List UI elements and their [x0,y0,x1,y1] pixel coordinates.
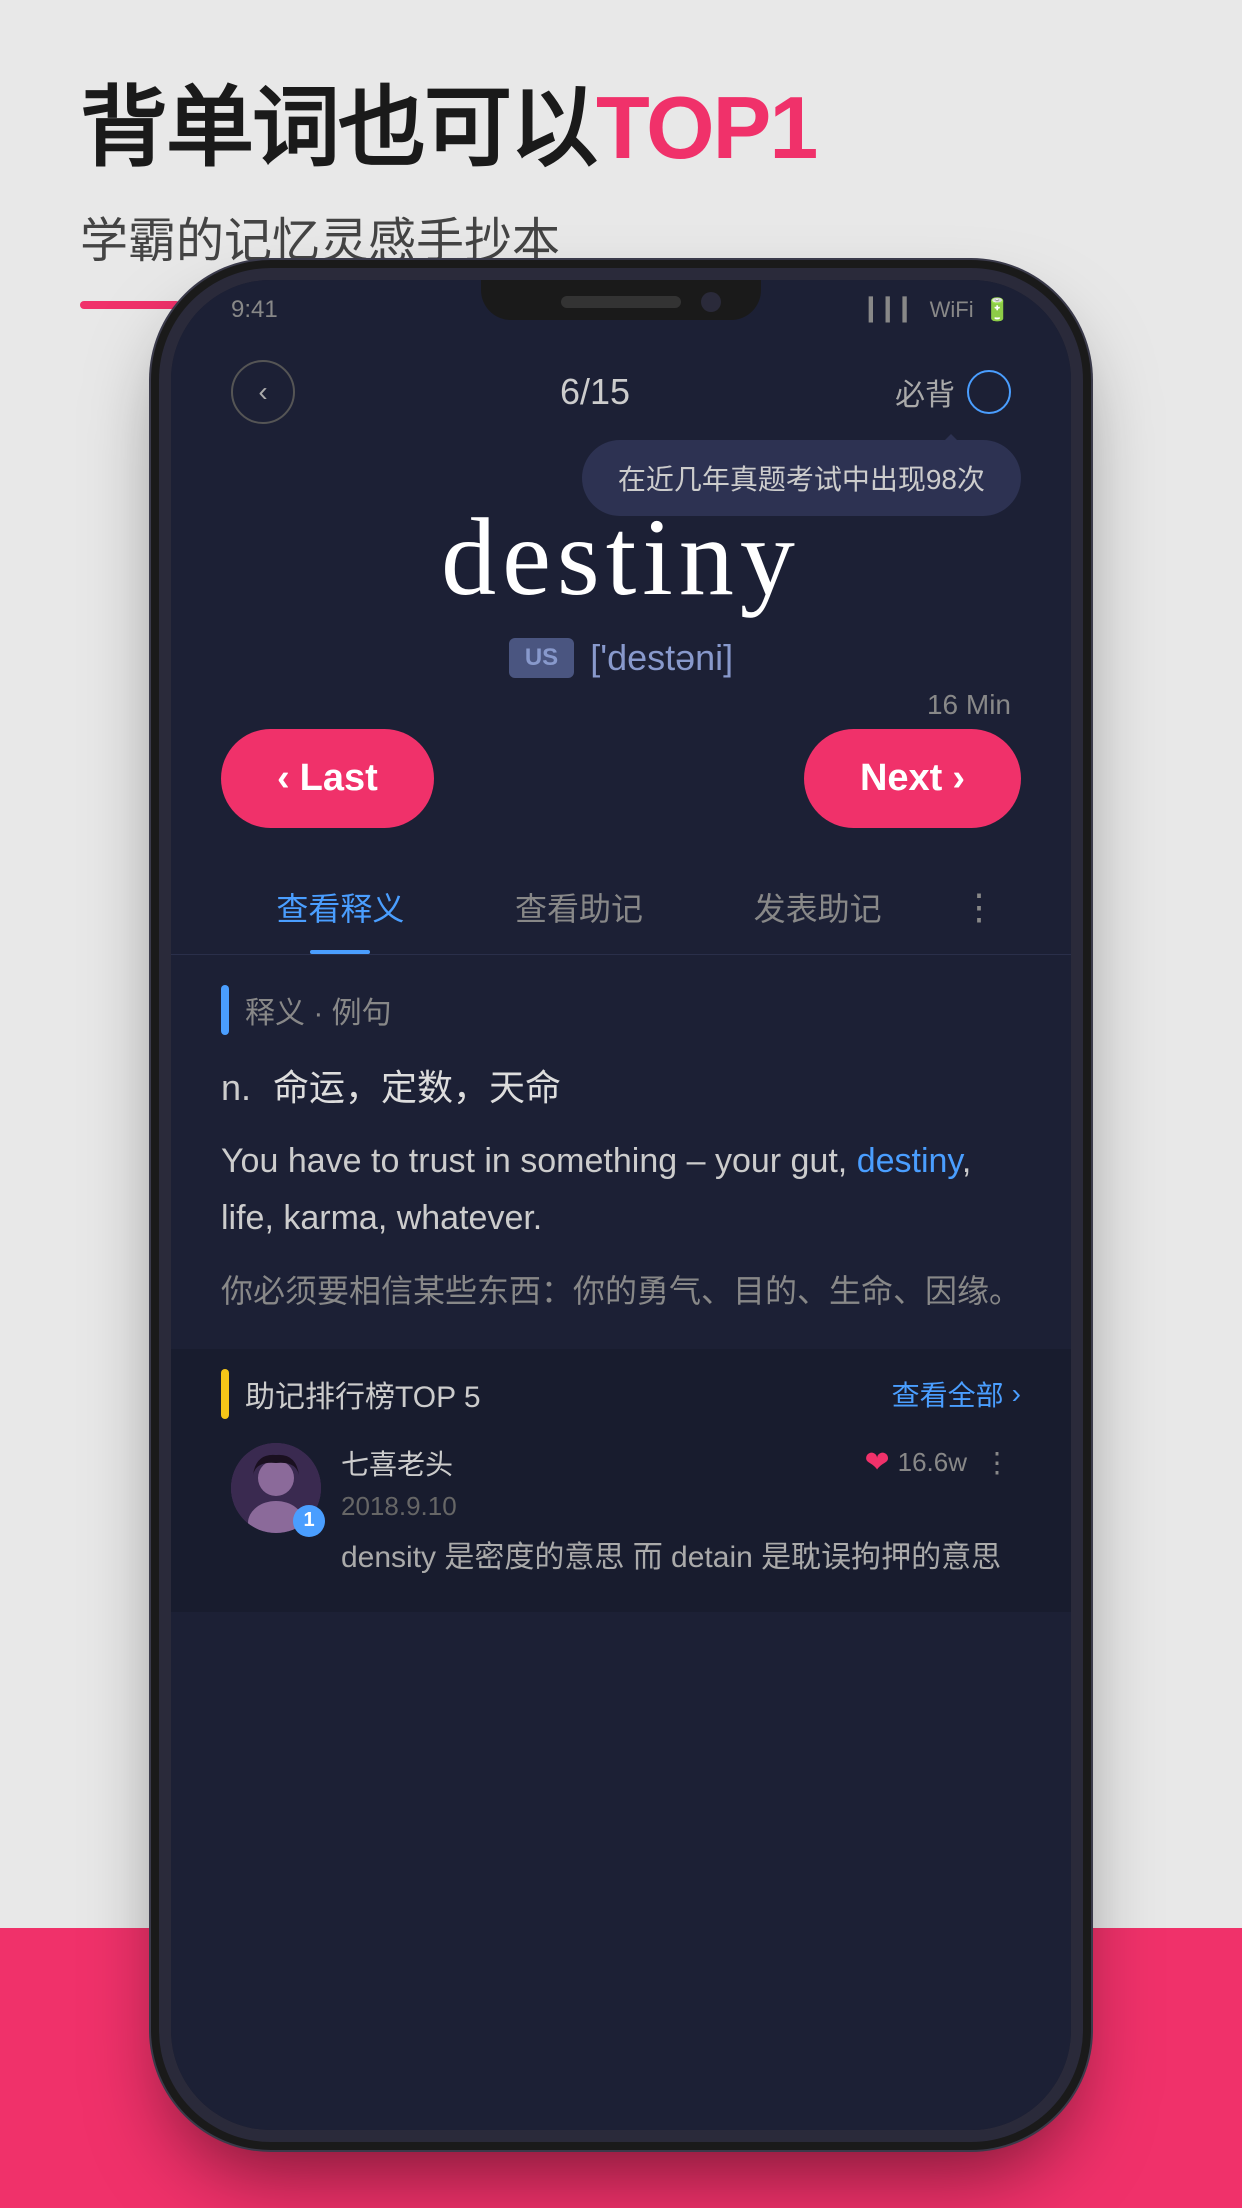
side-button-mute [149,560,165,640]
header-area: 背单词也可以TOP1 学霸的记忆灵感手抄本 [80,80,816,309]
comment-more-button[interactable]: ⋮ [983,1446,1011,1479]
example-sentence-zh: 你必须要相信某些东西：你的勇气、目的、生命、因缘。 [221,1264,1021,1318]
us-badge: US [509,638,574,678]
must-learn-label: 必背 [895,370,955,414]
last-label: Last [300,757,378,800]
definition-meanings: 命运，定数，天命 [273,1067,561,1108]
next-label: Next [860,757,942,800]
header-subtitle: 学霸的记忆灵感手抄本 [80,201,816,271]
tab-mnemonic-view-label: 查看助记 [515,891,643,927]
section-label-row: 释义 · 例句 [221,985,1021,1035]
tab-mnemonic-post-label: 发表助记 [754,891,882,927]
header-title: 背单词也可以TOP1 [80,80,816,177]
comment-right: ❤ 16.6w ⋮ [864,1445,1011,1480]
side-button-power [1077,700,1093,860]
must-learn-toggle[interactable]: 必背 [895,370,1011,414]
section-title-text: 释义 · 例句 [245,988,392,1032]
signal-icon: ▎▎▎ [869,297,920,323]
side-button-vol-down [149,840,165,960]
tab-definition-label: 查看释义 [276,891,404,927]
comment-meta: 七喜老头 ❤ 16.6w ⋮ [341,1443,1011,1483]
comment-date: 2018.9.10 [341,1491,1011,1522]
side-button-vol-up [149,680,165,800]
back-button[interactable]: ‹ [231,360,295,424]
notch [481,280,761,320]
view-all-label: 查看全部 [892,1374,1004,1414]
tab-definition[interactable]: 查看释义 [221,868,460,954]
avatar-container: 1 [231,1443,321,1533]
like-count-text: 16.6w [898,1447,967,1478]
tab-more-button[interactable]: ⋮ [937,870,1021,952]
example-word-highlight: destiny [857,1142,962,1180]
phone-wrapper: 9:41 ▎▎▎ WiFi 🔋 ‹ 6/15 必背 [171,280,1071,2180]
battery-icon: 🔋 [984,297,1011,323]
heart-icon: ❤ [864,1445,889,1480]
like-count: ❤ 16.6w [864,1445,967,1480]
header-underline [80,301,180,309]
mnemonic-header: 助记排行榜TOP 5 查看全部 › [221,1369,1021,1419]
view-all-chevron-icon: › [1012,1378,1021,1410]
pronunciation-row: US ['destəni] [231,637,1011,679]
definition-text: n. 命运，定数，天命 [221,1059,1021,1117]
tab-mnemonic-view[interactable]: 查看助记 [460,868,699,954]
mnemonic-section: 助记排行榜TOP 5 查看全部 › [171,1349,1071,1612]
comment-text: density 是密度的意思 而 detain 是耽误拘押的意思 [341,1534,1011,1582]
phone-screen: 9:41 ▎▎▎ WiFi 🔋 ‹ 6/15 必背 [171,280,1071,2130]
header-title-part1: 背单词也可以 [80,78,596,177]
status-time: 9:41 [231,296,278,324]
comment-row: 1 七喜老头 ❤ 16.6w ⋮ [221,1443,1021,1582]
tooltip-bubble: 在近几年真题考试中出现98次 [582,440,1021,516]
last-chevron-icon: ‹ [277,757,290,800]
mnemonic-title-row: 助记排行榜TOP 5 [221,1369,481,1419]
top-nav: ‹ 6/15 必背 在近几年真题考试中出现98次 [171,340,1071,434]
navigation-buttons: 16 Min ‹ Last Next › [171,699,1071,838]
wifi-icon: WiFi [930,297,974,323]
rank-badge: 1 [293,1505,325,1537]
camera-dot [701,292,721,312]
mnemonic-title-text: 助记排行榜TOP 5 [245,1372,481,1416]
comment-content: 七喜老头 ❤ 16.6w ⋮ 2018.9.10 density 是密度的意思 … [341,1443,1011,1582]
part-of-speech: n. [221,1067,251,1108]
time-indicator: 16 Min [927,689,1011,721]
header-title-highlight: TOP1 [596,78,816,177]
must-learn-circle [967,370,1011,414]
back-chevron-icon: ‹ [258,376,267,408]
view-all-button[interactable]: 查看全部 › [892,1374,1021,1414]
yellow-bar [221,1369,229,1419]
next-button[interactable]: Next › [804,729,1021,828]
commenter-name: 七喜老头 [341,1443,453,1483]
last-button[interactable]: ‹ Last [221,729,434,828]
speaker [561,296,681,308]
status-icons: ▎▎▎ WiFi 🔋 [869,297,1011,323]
phonetic-text: ['destəni] [590,637,733,679]
tab-mnemonic-post[interactable]: 发表助记 [698,868,937,954]
progress-indicator: 6/15 [560,371,630,413]
example-sentence-en: You have to trust in something – your gu… [221,1133,1021,1249]
next-chevron-icon: › [952,757,965,800]
definition-section: 释义 · 例句 n. 命运，定数，天命 You have to trust in… [171,955,1071,1349]
tooltip-text: 在近几年真题考试中出现98次 [618,464,985,495]
section-bar-blue [221,985,229,1035]
phone-frame: 9:41 ▎▎▎ WiFi 🔋 ‹ 6/15 必背 [171,280,1071,2130]
tab-bar: 查看释义 查看助记 发表助记 ⋮ [171,838,1071,955]
